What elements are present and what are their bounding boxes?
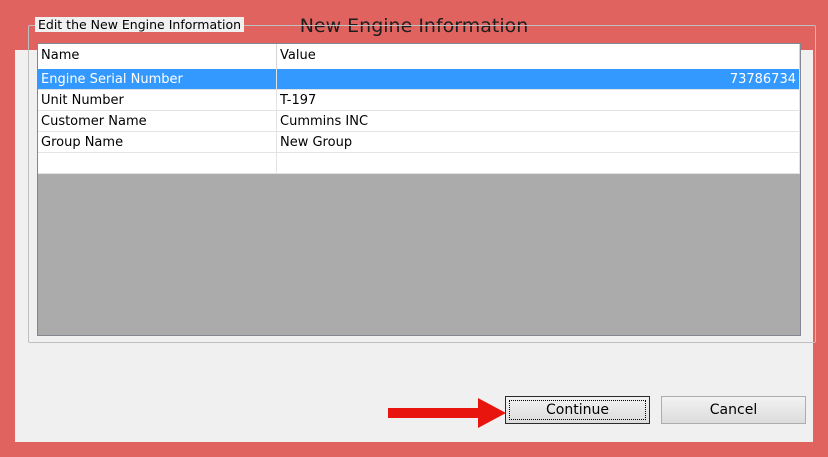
continue-button-label: Continue (546, 402, 609, 418)
row-name-cell[interactable]: Customer Name (38, 111, 277, 132)
grid-row-unit-number[interactable]: Unit Number T-197 (38, 90, 800, 111)
grid-row-group-name[interactable]: Group Name New Group (38, 132, 800, 153)
row-name-cell[interactable]: Unit Number (38, 90, 277, 111)
row-value-cell[interactable]: 73786734 (277, 69, 800, 90)
row-value-cell[interactable]: T-197 (277, 90, 800, 111)
grid-row-engine-serial-number[interactable]: Engine Serial Number 73786734 (38, 69, 800, 90)
continue-button[interactable]: Continue (505, 396, 650, 424)
grid-row-new-entry[interactable] (38, 153, 800, 174)
row-value-cell[interactable]: New Group (277, 132, 800, 153)
groupbox-label: Edit the New Engine Information (35, 17, 245, 32)
row-value-cell[interactable] (277, 153, 800, 174)
row-name-cell[interactable]: Group Name (38, 132, 277, 153)
row-value-cell[interactable]: Cummins INC (277, 111, 800, 132)
engine-info-grid[interactable]: Name Value Engine Serial Number 73786734… (37, 43, 801, 336)
column-header-name[interactable]: Name (38, 44, 277, 69)
column-header-value[interactable]: Value (277, 44, 800, 69)
row-name-cell[interactable]: Engine Serial Number (38, 69, 277, 90)
cancel-button[interactable]: Cancel (661, 396, 806, 424)
row-name-cell[interactable] (38, 153, 277, 174)
grid-row-customer-name[interactable]: Customer Name Cummins INC (38, 111, 800, 132)
grid-header: Name Value (38, 44, 800, 70)
annotation-arrow-icon (388, 398, 506, 428)
